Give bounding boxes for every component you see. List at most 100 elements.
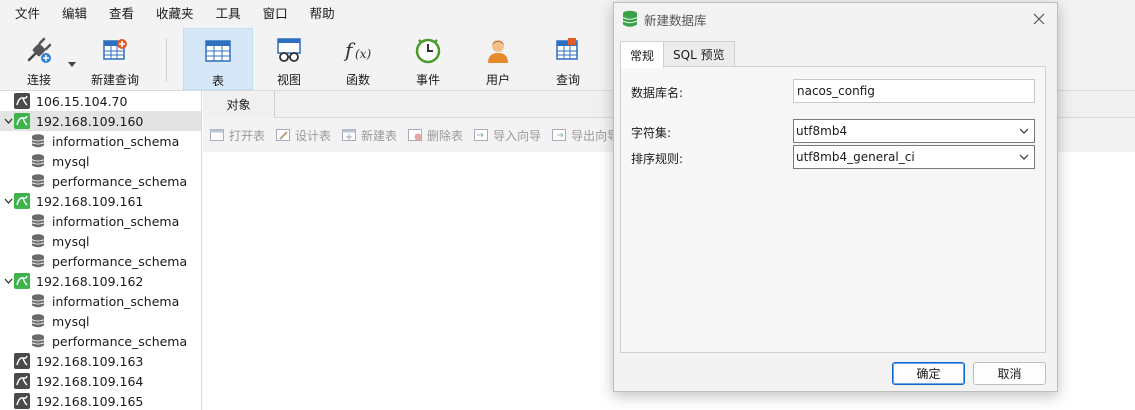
plug-icon xyxy=(24,35,54,65)
tree-item-label: 106.15.104.70 xyxy=(36,93,128,109)
connection-tree[interactable]: 106.15.104.70 192.168.109.160 information_… xyxy=(0,91,202,410)
tree-connection-item[interactable]: 192.168.109.164 xyxy=(0,371,201,391)
new-query-label: 新建查询 xyxy=(90,73,139,87)
chevron-down-icon xyxy=(1018,151,1030,163)
tree-database-item[interactable]: mysql xyxy=(0,311,201,331)
user-icon xyxy=(483,35,513,65)
tab-objects[interactable]: 对象 xyxy=(203,91,275,118)
chevron-down-icon[interactable] xyxy=(2,278,14,284)
charset-label: 字符集: xyxy=(631,126,672,140)
query-button[interactable]: 查询 xyxy=(539,28,597,90)
menu-file[interactable]: 文件 xyxy=(4,0,51,28)
connect-label: 连接 xyxy=(26,73,51,87)
chevron-down-icon[interactable] xyxy=(2,118,14,124)
dialog-tabs: 常规 SQL 预览 xyxy=(620,41,735,68)
new-query-icon xyxy=(100,35,130,65)
svg-text:(x): (x) xyxy=(355,47,371,61)
dialog-title-bar[interactable]: 新建数据库 xyxy=(614,3,1057,35)
view-button[interactable]: 视图 xyxy=(260,28,318,90)
tree-connection-item[interactable]: 106.15.104.70 xyxy=(0,91,201,111)
tree-connection-item[interactable]: 192.168.109.163 xyxy=(0,351,201,371)
tree-item-label: performance_schema xyxy=(52,333,188,349)
mysql-connection-icon xyxy=(14,273,30,289)
database-icon xyxy=(31,334,45,348)
cancel-button[interactable]: 取消 xyxy=(973,362,1046,385)
mysql-connection-icon xyxy=(14,113,30,129)
mysql-connection-icon xyxy=(14,93,30,109)
tree-database-item[interactable]: performance_schema xyxy=(0,331,201,351)
new-table-icon xyxy=(341,127,357,143)
tree-item-label: mysql xyxy=(52,233,90,249)
tree-database-item[interactable]: information_schema xyxy=(0,291,201,311)
export-wizard-button[interactable]: 导出向导 xyxy=(551,127,619,144)
tab-sql-preview[interactable]: SQL 预览 xyxy=(663,41,735,67)
table-label: 表 xyxy=(211,74,224,88)
chevron-down-icon[interactable] xyxy=(2,198,14,204)
design-table-icon xyxy=(275,127,291,143)
delete-table-button[interactable]: 删除表 xyxy=(407,127,463,144)
tree-item-label: 192.168.109.164 xyxy=(36,373,144,389)
table-button[interactable]: 表 xyxy=(183,28,253,90)
mysql-connection-icon xyxy=(14,393,30,409)
database-icon xyxy=(31,234,45,248)
tree-item-label: 192.168.109.162 xyxy=(36,273,144,289)
tab-general[interactable]: 常规 xyxy=(620,41,665,68)
open-table-button[interactable]: 打开表 xyxy=(209,127,265,144)
tree-item-label: 192.168.109.161 xyxy=(36,193,144,209)
database-icon xyxy=(31,214,45,228)
database-icon xyxy=(31,314,45,328)
tree-database-item[interactable]: information_schema xyxy=(0,211,201,231)
tree-connection-item[interactable]: 192.168.109.160 xyxy=(0,111,201,131)
function-button[interactable]: f (x) 函数 xyxy=(329,28,387,90)
table-icon xyxy=(203,36,233,66)
close-icon[interactable] xyxy=(1031,11,1047,27)
database-icon xyxy=(31,254,45,268)
query-icon xyxy=(553,35,583,65)
new-query-button[interactable]: 新建查询 xyxy=(86,28,144,90)
tree-database-item[interactable]: mysql xyxy=(0,231,201,251)
ok-button[interactable]: 确定 xyxy=(892,362,965,385)
tree-item-label: mysql xyxy=(52,153,90,169)
tree-connection-item[interactable]: 192.168.109.162 xyxy=(0,271,201,291)
delete-table-label: 删除表 xyxy=(427,128,464,143)
tree-item-label: 192.168.109.160 xyxy=(36,113,144,129)
menu-window[interactable]: 窗口 xyxy=(252,0,299,28)
menu-view[interactable]: 查看 xyxy=(98,0,145,28)
tree-database-item[interactable]: information_schema xyxy=(0,131,201,151)
menu-help[interactable]: 帮助 xyxy=(299,0,346,28)
database-icon xyxy=(31,154,45,168)
menu-edit[interactable]: 编辑 xyxy=(51,0,98,28)
collation-select[interactable]: utf8mb4_general_ci xyxy=(793,145,1035,169)
tree-database-item[interactable]: mysql xyxy=(0,151,201,171)
mysql-connection-icon xyxy=(14,193,30,209)
query-label: 查询 xyxy=(555,73,580,87)
database-icon xyxy=(622,10,638,28)
connect-dropdown-icon[interactable] xyxy=(68,56,78,67)
event-label: 事件 xyxy=(415,73,440,87)
user-button[interactable]: 用户 xyxy=(469,28,527,90)
charset-select[interactable]: utf8mb4 xyxy=(793,119,1035,143)
tree-connection-item[interactable]: 192.168.109.165 xyxy=(0,391,201,410)
event-button[interactable]: 事件 xyxy=(399,28,457,90)
export-wizard-label: 导出向导 xyxy=(571,128,620,143)
view-icon xyxy=(274,35,304,65)
database-icon xyxy=(31,134,45,148)
design-table-button[interactable]: 设计表 xyxy=(275,127,331,144)
tree-item-label: information_schema xyxy=(52,293,180,309)
menu-tools[interactable]: 工具 xyxy=(205,0,252,28)
db-name-label: 数据库名: xyxy=(631,86,684,100)
tree-item-label: 192.168.109.163 xyxy=(36,353,144,369)
connect-button[interactable]: 连接 xyxy=(14,28,64,90)
tree-item-label: performance_schema xyxy=(52,253,188,269)
db-name-input[interactable]: nacos_config xyxy=(793,79,1035,103)
tree-database-item[interactable]: performance_schema xyxy=(0,251,201,271)
import-icon xyxy=(473,127,489,143)
tree-database-item[interactable]: performance_schema xyxy=(0,171,201,191)
import-wizard-button[interactable]: 导入向导 xyxy=(473,127,541,144)
tree-item-label: performance_schema xyxy=(52,173,188,189)
function-label: 函数 xyxy=(345,73,370,87)
menu-favorites[interactable]: 收藏夹 xyxy=(145,0,205,28)
tree-connection-item[interactable]: 192.168.109.161 xyxy=(0,191,201,211)
new-table-button[interactable]: 新建表 xyxy=(341,127,397,144)
dialog-title: 新建数据库 xyxy=(644,12,707,28)
